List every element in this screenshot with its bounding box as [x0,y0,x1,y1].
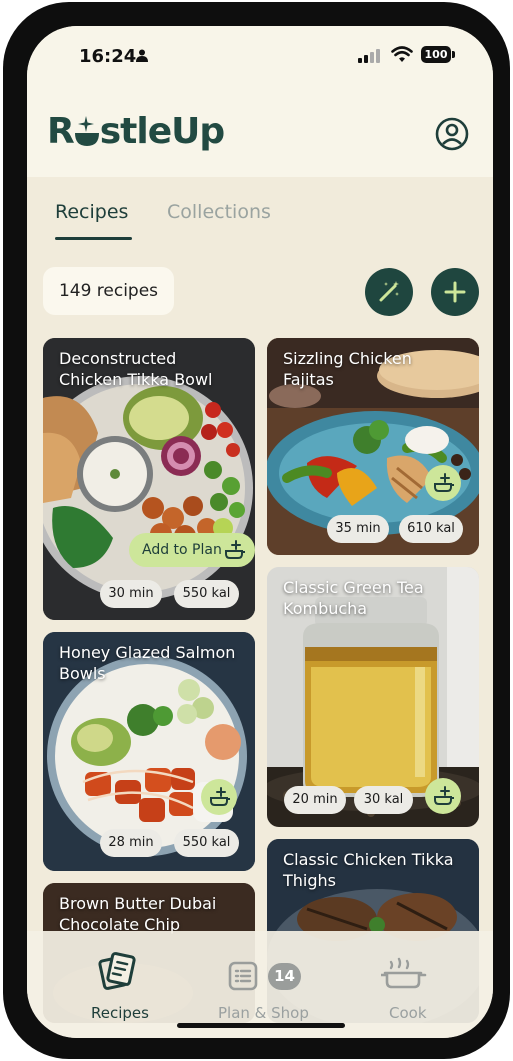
recipe-title: Honey Glazed Salmon Bowls [59,643,236,683]
recipe-title: Brown Butter Dubai Chocolate Chip [59,894,217,934]
calories: 550 kal [174,829,239,857]
home-indicator [177,1023,345,1028]
app-screen: 16:24 100 RstleUp Recipes Collections 14 [27,26,493,1038]
pot-icon [381,957,427,989]
recipe-title: Classic Green Tea Kombucha [283,578,424,618]
add-to-plan-button[interactable] [201,779,237,815]
recipe-title: Sizzling Chicken Fajitas [283,349,412,389]
recipe-title: Classic Chicken Tikka Thighs [283,850,454,890]
recipe-title: Deconstructed Chicken Tikka Bowl [59,349,213,389]
nav-plan-shop[interactable]: Plan & Shop [207,931,317,1031]
phone-frame: 16:24 100 RstleUp Recipes Collections 14 [3,2,510,1059]
tab-recipes[interactable]: Recipes [55,201,128,223]
nav-recipes[interactable]: Recipes [77,931,167,1031]
status-time: 16:24 [79,46,137,67]
add-to-plan-button[interactable]: Add to Plan [129,533,255,567]
recipe-card[interactable]: Classic Green Tea Kombucha 20 min 30 kal [267,567,479,827]
recipe-card[interactable]: Sizzling Chicken Fajitas 35 min 610 kal [267,338,479,555]
list-icon [228,961,258,991]
cook-time: 35 min [327,515,389,543]
calories: 610 kal [399,515,463,543]
bottom-navigation: Recipes Plan & Shop 14 Cook [27,931,493,1038]
recipes-icon [98,952,136,990]
battery-level: 100 [421,46,451,63]
nav-label: Cook [389,1004,427,1022]
person-icon [136,49,148,62]
calories: 30 kal [354,786,413,814]
bowl-icon [74,133,99,146]
cook-time: 30 min [100,580,162,608]
nav-label: Recipes [91,1004,149,1022]
profile-icon[interactable] [435,117,469,151]
nav-label: Plan & Shop [218,1004,309,1022]
add-recipe-button[interactable] [431,268,479,316]
sparkle-icon [77,116,94,132]
header: 16:24 100 RstleUp [27,26,493,177]
recipe-card[interactable]: Deconstructed Chicken Tikka Bowl Add to … [43,338,255,620]
add-to-plan-label: Add to Plan [142,542,222,558]
logo-mark [74,116,100,152]
add-to-plan-icon [210,787,230,806]
add-to-plan-button[interactable] [425,465,461,501]
active-tab-indicator [55,237,132,240]
add-to-plan-icon [225,540,245,559]
battery-indicator: 100 [421,46,455,63]
recipe-card[interactable]: Honey Glazed Salmon Bowls 28 min 550 kal [43,632,255,871]
add-to-plan-icon [434,473,454,492]
tab-collections[interactable]: Collections [167,201,271,223]
wifi-icon [391,46,413,62]
nav-cook[interactable]: Cook [367,931,447,1031]
cook-time: 28 min [100,829,162,857]
recipe-count: 149 recipes [43,267,174,315]
magic-wand-icon [379,281,399,302]
signal-icon [358,49,380,63]
calories: 550 kal [174,580,239,608]
app-logo: RstleUp [47,111,225,152]
magic-wand-button[interactable] [365,268,413,316]
cook-time: 20 min [284,786,346,814]
add-to-plan-button[interactable] [425,778,461,814]
plus-icon [444,281,466,303]
add-to-plan-icon [434,786,454,805]
plan-count-badge: 14 [268,963,301,990]
